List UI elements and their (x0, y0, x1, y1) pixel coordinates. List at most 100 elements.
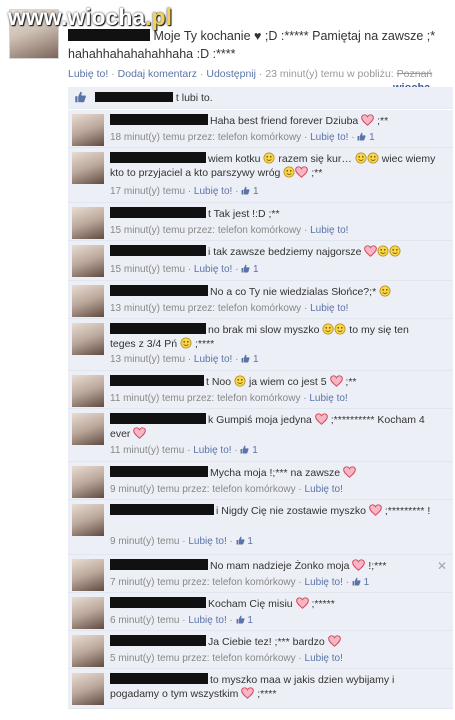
comment-like-link[interactable]: Lubię to! (310, 303, 348, 314)
comment-suffix: ;***** (311, 598, 335, 610)
smile-icon (322, 323, 334, 335)
redacted-commenter[interactable] (110, 413, 206, 424)
redacted-commenter[interactable] (110, 635, 206, 646)
redacted-commenter[interactable] (110, 245, 206, 256)
redacted-commenter[interactable] (110, 559, 208, 570)
comment-like-link[interactable]: Lubię to! (188, 536, 226, 547)
comment-item: no brak mi slow myszko to my się ten teg… (68, 319, 453, 371)
like-count[interactable]: 1 (252, 445, 258, 456)
comment-avatar[interactable] (72, 285, 104, 317)
comment-like-link[interactable]: Lubię to! (305, 653, 343, 664)
comment-item: Haha best friend forever Dziuba ;** 18 m… (68, 110, 453, 148)
comment-avatar[interactable] (72, 673, 104, 705)
like-count[interactable]: 1 (253, 264, 259, 275)
like-count[interactable]: 1 (364, 577, 370, 588)
comment-meta: 9 minut(y) temu przez: telefon komórkowy… (110, 484, 343, 495)
comment-message: no brak mi slow myszko (208, 324, 320, 336)
comment-time: 11 minut(y) temu przez: telefon komórkow… (110, 393, 301, 404)
redacted-commenter[interactable] (110, 466, 208, 477)
redacted-commenter[interactable] (110, 114, 208, 125)
comment-avatar[interactable] (72, 466, 104, 498)
likes-bar: t lubi to. (68, 87, 453, 109)
comment-avatar[interactable] (72, 597, 104, 629)
post-comment-link[interactable]: Dodaj komentarz (118, 68, 197, 80)
comment-like-link[interactable]: Lubię to! (194, 354, 232, 365)
heart-icon (295, 166, 308, 178)
comment-message: Haha best friend forever Dziuba (210, 115, 359, 127)
comment-avatar[interactable] (72, 504, 104, 536)
comment-text: i tak zawsze bedziemy najgorsze (110, 245, 437, 259)
redacted-commenter[interactable] (110, 673, 208, 684)
comment-text: No a co Ty nie wiedzialas Słońce?;* (110, 285, 437, 299)
comment-avatar[interactable] (72, 245, 104, 277)
comment-suffix: ;** (345, 376, 357, 388)
comment-item: k Gumpiś moja jedyna ;********** Kocham … (68, 409, 453, 462)
comment-avatar[interactable] (72, 207, 104, 239)
redacted-commenter[interactable] (110, 285, 208, 296)
redacted-commenter[interactable] (110, 375, 204, 386)
comment-like-link[interactable]: Lubię to! (309, 393, 347, 404)
comment-like-link[interactable]: Lubię to! (194, 264, 232, 275)
comment-item: i Nigdy Cię nie zostawie myszko ;*******… (68, 500, 453, 555)
comment-avatar[interactable] (72, 114, 104, 146)
comment-text: Mycha moja !;*** na zawsze (110, 466, 437, 480)
redacted-commenter[interactable] (110, 207, 206, 218)
comment-text: Kocham Cię misiu ;***** (110, 597, 437, 611)
comment-message: t Tak jest !:D ;** (208, 208, 280, 220)
like-count[interactable]: 1 (369, 132, 375, 143)
like-count[interactable]: 1 (253, 186, 259, 197)
heart-icon (364, 245, 377, 257)
comment-meta: 13 minut(y) temu przez: telefon komórkow… (110, 303, 349, 314)
comment-like-link[interactable]: Lubię to! (310, 132, 348, 143)
like-count-icon (236, 615, 245, 624)
comment-like-link[interactable]: Lubię to! (193, 445, 231, 456)
comment-time: 17 minut(y) temu (110, 186, 186, 197)
post-share-link[interactable]: Udostępnij (206, 68, 256, 80)
redacted-commenter[interactable] (110, 152, 206, 163)
heart-icon (343, 466, 356, 478)
close-icon[interactable]: ✕ (437, 559, 447, 573)
comment-meta: 5 minut(y) temu przez: telefon komórkowy… (110, 653, 343, 664)
comment-like-link[interactable]: Lubię to! (194, 186, 232, 197)
post-like-link[interactable]: Lubię to! (68, 68, 108, 80)
comment-message: t Noo (206, 376, 232, 388)
comment-avatar[interactable] (72, 413, 104, 445)
like-count[interactable]: 1 (247, 536, 253, 547)
comment-message: No mam nadzieje Żonko moja (210, 560, 350, 572)
heart-icon (133, 427, 146, 439)
comment-like-link[interactable]: Lubię to! (188, 615, 226, 626)
like-count[interactable]: 1 (253, 354, 259, 365)
comment-message: Kocham Cię misiu (208, 598, 293, 610)
comment-like-link[interactable]: Lubię to! (305, 484, 343, 495)
comment-suffix: ;**** (257, 688, 277, 700)
comment-avatar[interactable] (72, 559, 104, 591)
comment-time: 6 minut(y) temu (110, 615, 180, 626)
post-location[interactable]: Poznań (397, 68, 433, 80)
redacted-commenter[interactable] (110, 323, 206, 334)
comment-text: t Noo ja wiem co jest 5 ;** (110, 375, 437, 389)
comment-time: 13 minut(y) temu (110, 354, 186, 365)
redacted-commenter[interactable] (110, 504, 214, 515)
like-count-icon (240, 445, 249, 454)
smile-icon (355, 152, 367, 164)
smile-icon (377, 245, 389, 257)
comment-item: t Tak jest !:D ;** 15 minut(y) temu prze… (68, 203, 453, 241)
comment-avatar[interactable] (72, 375, 104, 407)
comment-message: i Nigdy Cię nie zostawie myszko (216, 505, 366, 517)
comment-meta: 15 minut(y) temu · Lubię to! · 1 (110, 264, 259, 275)
comment-avatar[interactable] (72, 635, 104, 667)
comment-time: 11 minut(y) temu (110, 445, 185, 456)
comment-avatar[interactable] (72, 323, 104, 355)
comment-like-link[interactable]: Lubię to! (305, 577, 343, 588)
likes-text: t lubi to. (175, 92, 213, 104)
comment-item: Mycha moja !;*** na zawsze 9 minut(y) te… (68, 462, 453, 500)
post-text: Moje Ty kochanie ♥ ;D :***** Pamiętaj na… (68, 27, 450, 63)
redacted-commenter[interactable] (110, 597, 206, 608)
like-count[interactable]: 1 (247, 615, 253, 626)
comment-meta: 15 minut(y) temu przez: telefon komórkow… (110, 225, 349, 236)
comment-item: No a co Ty nie wiedzialas Słońce?;* 13 m… (68, 281, 453, 319)
comment-like-link[interactable]: Lubię to! (310, 225, 348, 236)
comment-meta: 7 minut(y) temu przez: telefon komórkowy… (110, 577, 370, 588)
smile-icon (379, 285, 391, 297)
comment-avatar[interactable] (72, 152, 104, 184)
